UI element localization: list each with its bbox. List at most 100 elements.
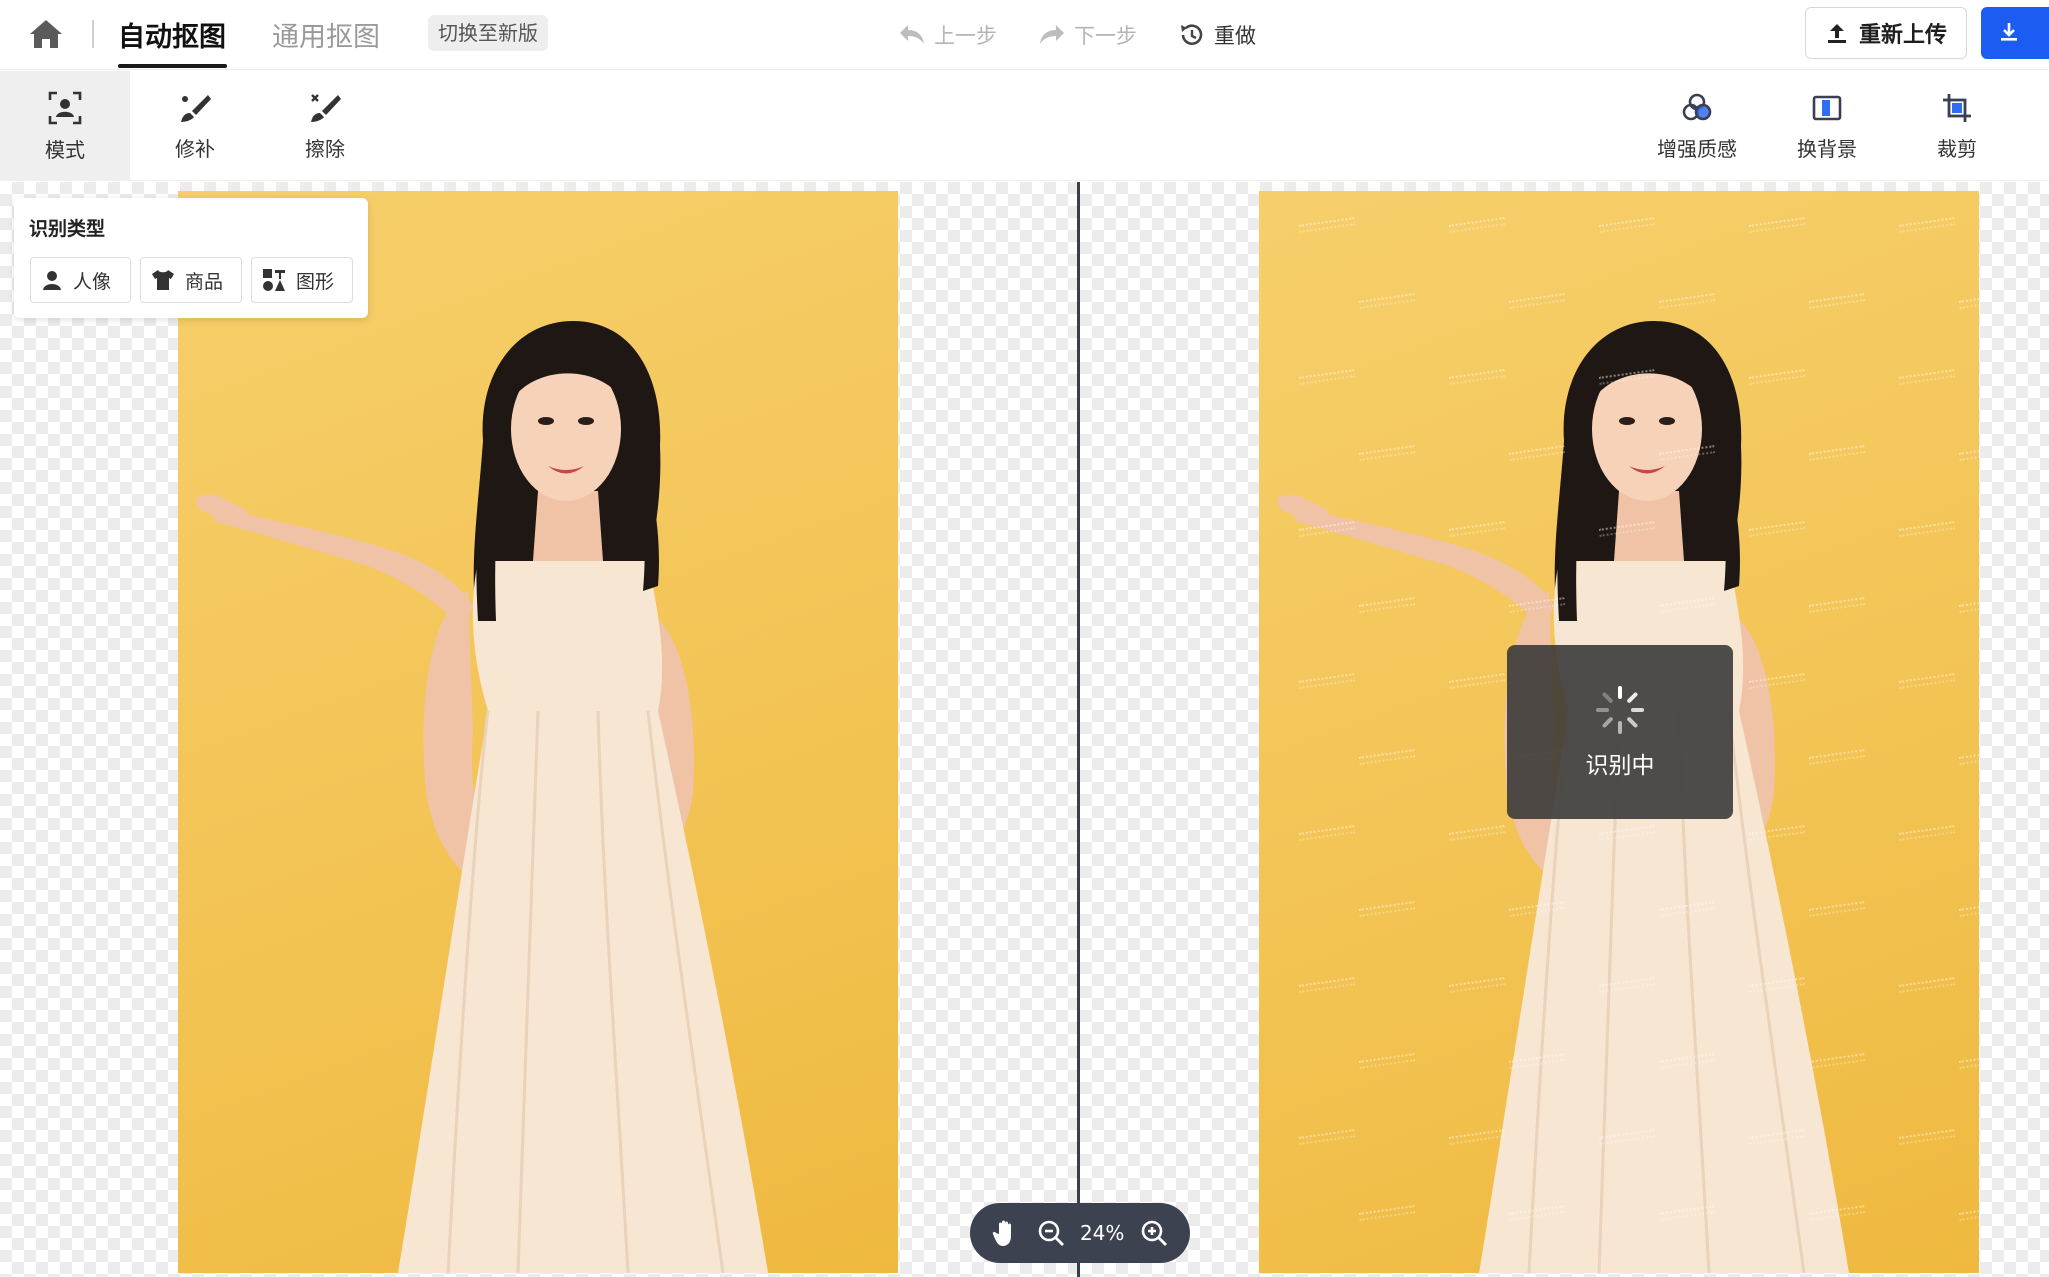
watermark-mark — [1448, 369, 1506, 385]
watermark-mark — [1808, 1053, 1866, 1069]
watermark-mark — [1598, 977, 1656, 993]
switch-new-version-button[interactable]: 切换至新版 — [428, 15, 548, 51]
download-button[interactable] — [1981, 7, 2049, 59]
watermark-mark — [1298, 1129, 1356, 1145]
watermark-mark — [1298, 369, 1356, 385]
watermark-mark — [1298, 217, 1356, 233]
watermark-mark — [1508, 597, 1566, 613]
home-icon[interactable] — [28, 18, 64, 50]
upload-icon — [1827, 24, 1846, 43]
recognizing-text: 识别中 — [1585, 753, 1655, 779]
zoom-out-button[interactable] — [1036, 1218, 1066, 1248]
tool-enhance-label: 增强质感 — [1657, 136, 1737, 161]
shapes-icon — [263, 269, 285, 291]
hand-pan-icon[interactable] — [991, 1218, 1021, 1248]
watermark-mark — [1898, 521, 1956, 537]
watermark-mark — [1898, 977, 1956, 993]
enhance-texture-icon — [1682, 93, 1712, 120]
undo-label: 上一步 — [934, 24, 997, 48]
type-graphic-button[interactable]: 图形 — [251, 257, 353, 303]
watermark-mark — [1508, 1205, 1566, 1221]
tab-general-cutout[interactable]: 通用抠图 — [272, 15, 380, 54]
watermark-mark — [1748, 1129, 1806, 1145]
tool-mode-label: 模式 — [45, 137, 85, 162]
watermark-mark — [1898, 217, 1956, 233]
watermark-mark — [1298, 825, 1356, 841]
watermark-mark — [1298, 673, 1356, 689]
recognition-type-title: 识别类型 — [29, 218, 106, 240]
type-portrait-label: 人像 — [73, 270, 112, 293]
redo-label: 下一步 — [1074, 24, 1137, 48]
watermark-mark — [1808, 597, 1866, 613]
undo-button[interactable]: 上一步 — [898, 18, 997, 52]
watermark-mark — [1808, 1205, 1866, 1221]
zoom-in-button[interactable] — [1139, 1218, 1169, 1248]
tshirt-icon — [152, 270, 174, 290]
original-image — [178, 191, 898, 1273]
watermark-mark — [1358, 901, 1416, 917]
watermark-mark — [1448, 521, 1506, 537]
tool-bar: 模式 修补 擦除 增强质感 换背景 裁剪 — [0, 71, 2049, 181]
watermark-mark — [1808, 445, 1866, 461]
type-portrait-button[interactable]: 人像 — [30, 257, 131, 303]
canvas-workspace[interactable] — [0, 182, 2049, 1277]
undo-icon — [900, 25, 924, 44]
watermark-mark — [1448, 1129, 1506, 1145]
watermark-mark — [1598, 1129, 1656, 1145]
zoom-control: 24% — [970, 1203, 1190, 1263]
watermark-mark — [1298, 521, 1356, 537]
tab-auto-cutout[interactable]: 自动抠图 — [118, 15, 226, 54]
tool-repair[interactable]: 修补 — [130, 71, 260, 181]
crop-icon — [1943, 93, 1971, 122]
watermark-mark — [1508, 445, 1566, 461]
tool-mode[interactable]: 模式 — [0, 71, 130, 181]
watermark-mark — [1598, 369, 1656, 385]
watermark-mark — [1958, 901, 1979, 917]
person-icon — [43, 271, 61, 290]
watermark-mark — [1358, 749, 1416, 765]
tool-repair-label: 修补 — [175, 136, 215, 161]
portrait-illustration — [195, 321, 768, 1273]
reset-button[interactable]: 重做 — [1178, 18, 1256, 52]
zoom-level: 24% — [1079, 1221, 1125, 1245]
recognition-type-panel: 识别类型 人像 商品 图形 — [14, 198, 368, 318]
change-background-icon — [1812, 95, 1842, 120]
type-graphic-label: 图形 — [296, 270, 335, 293]
redo-button[interactable]: 下一步 — [1038, 18, 1137, 52]
watermark-mark — [1448, 673, 1506, 689]
reupload-button[interactable]: 重新上传 — [1805, 7, 1967, 59]
watermark-mark — [1808, 749, 1866, 765]
watermark-mark — [1598, 217, 1656, 233]
watermark-mark — [1358, 597, 1416, 613]
tool-crop[interactable]: 裁剪 — [1892, 71, 2022, 181]
watermark-mark — [1508, 901, 1566, 917]
watermark-mark — [1658, 1053, 1716, 1069]
redo-icon — [1040, 25, 1064, 44]
eraser-icon — [311, 93, 341, 122]
watermark-mark — [1748, 369, 1806, 385]
watermark-mark — [1748, 217, 1806, 233]
compare-divider[interactable] — [1077, 182, 1080, 1277]
watermark-mark — [1958, 293, 1979, 309]
tool-change-bg-label: 换背景 — [1797, 136, 1857, 161]
watermark-mark — [1658, 293, 1716, 309]
watermark-mark — [1508, 293, 1566, 309]
watermark-mark — [1658, 901, 1716, 917]
watermark-mark — [1358, 445, 1416, 461]
watermark-mark — [1958, 749, 1979, 765]
watermark-mark — [1748, 977, 1806, 993]
watermark-mark — [1658, 445, 1716, 461]
watermark-mark — [1958, 597, 1979, 613]
watermark-mark — [1898, 673, 1956, 689]
watermark-mark — [1298, 977, 1356, 993]
tool-erase[interactable]: 擦除 — [260, 71, 390, 181]
watermark-mark — [1658, 1205, 1716, 1221]
watermark-mark — [1358, 1205, 1416, 1221]
tool-enhance[interactable]: 增强质感 — [1632, 71, 1762, 181]
watermark-mark — [1748, 673, 1806, 689]
tool-change-bg[interactable]: 换背景 — [1762, 71, 1892, 181]
type-product-button[interactable]: 商品 — [140, 257, 242, 303]
zoom-in-icon — [1141, 1220, 1167, 1246]
tool-crop-label: 裁剪 — [1937, 136, 1977, 161]
watermark-mark — [1358, 1053, 1416, 1069]
